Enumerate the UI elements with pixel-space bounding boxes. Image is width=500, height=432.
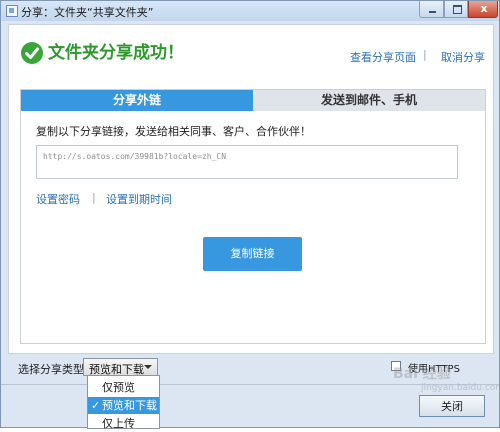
maximize-icon [453, 5, 462, 14]
title-bar[interactable]: 分享：文件夹“共享文件夹” x [1, 1, 499, 21]
minimize-button[interactable] [419, 1, 444, 18]
link-separator: | [423, 48, 427, 61]
share-type-select[interactable]: 预览和下载 [83, 358, 158, 376]
cancel-share-link[interactable]: 取消分享 [441, 49, 485, 65]
close-button[interactable]: 关闭 [419, 395, 485, 417]
view-share-page-link[interactable]: 查看分享页面 [350, 49, 416, 65]
close-icon: x [480, 2, 488, 15]
copy-link-button[interactable]: 复制链接 [203, 237, 302, 271]
share-type-dropdown: 仅预览 ✓ 预览和下载 仅上传 [87, 375, 160, 432]
checkmark-icon: ✓ [91, 399, 101, 412]
success-message: 文件夹分享成功！ [48, 43, 184, 63]
option-separator: | [92, 191, 96, 204]
option-preview-only[interactable]: 仅预览 [88, 379, 159, 396]
tab-share-link[interactable]: 分享外链 [21, 90, 253, 111]
share-url-text[interactable]: http://s.oatos.com/39981b?locale=zh_CN [43, 152, 226, 161]
https-checkbox[interactable] [391, 361, 401, 371]
watermark-url: jingyan.baidu.com [421, 383, 500, 393]
option-preview-download[interactable]: ✓ 预览和下载 [88, 397, 159, 414]
share-url-field[interactable]: http://s.oatos.com/39981b?locale=zh_CN [36, 145, 458, 179]
set-expiry-link[interactable]: 设置到期时间 [106, 191, 172, 207]
share-description: 复制以下分享链接，发送给相关同事、客户、合作伙伴！ [36, 125, 311, 138]
window-title: 分享：文件夹“共享文件夹” [21, 6, 154, 19]
window-close-button[interactable]: x [468, 1, 498, 18]
share-dialog: 分享：文件夹“共享文件夹” x 文件夹分享成功！ 查看分享页面 | 取消分享 分… [0, 0, 500, 432]
chevron-down-icon [144, 365, 152, 369]
tab-send-email-phone[interactable]: 发送到邮件、手机 [253, 90, 485, 111]
checkmark-circle-icon [21, 42, 43, 64]
share-tabs: 分享外链 发送到邮件、手机 [20, 89, 486, 112]
option-label: 预览和下载 [102, 399, 157, 412]
set-password-link[interactable]: 设置密码 [36, 191, 80, 207]
maximize-button[interactable] [444, 1, 468, 18]
main-panel: 文件夹分享成功！ 查看分享页面 | 取消分享 分享外链 发送到邮件、手机 复制以… [8, 24, 494, 354]
https-label: 使用HTTPS [408, 364, 460, 375]
share-type-label: 选择分享类型 [18, 363, 84, 376]
share-link-pane: 复制以下分享链接，发送给相关同事、客户、合作伙伴！ http://s.oatos… [20, 111, 486, 344]
option-label: 仅上传 [102, 417, 135, 430]
option-upload-only[interactable]: 仅上传 [88, 415, 159, 432]
minimize-icon [429, 11, 436, 13]
option-label: 仅预览 [102, 381, 135, 394]
app-icon [6, 5, 18, 17]
